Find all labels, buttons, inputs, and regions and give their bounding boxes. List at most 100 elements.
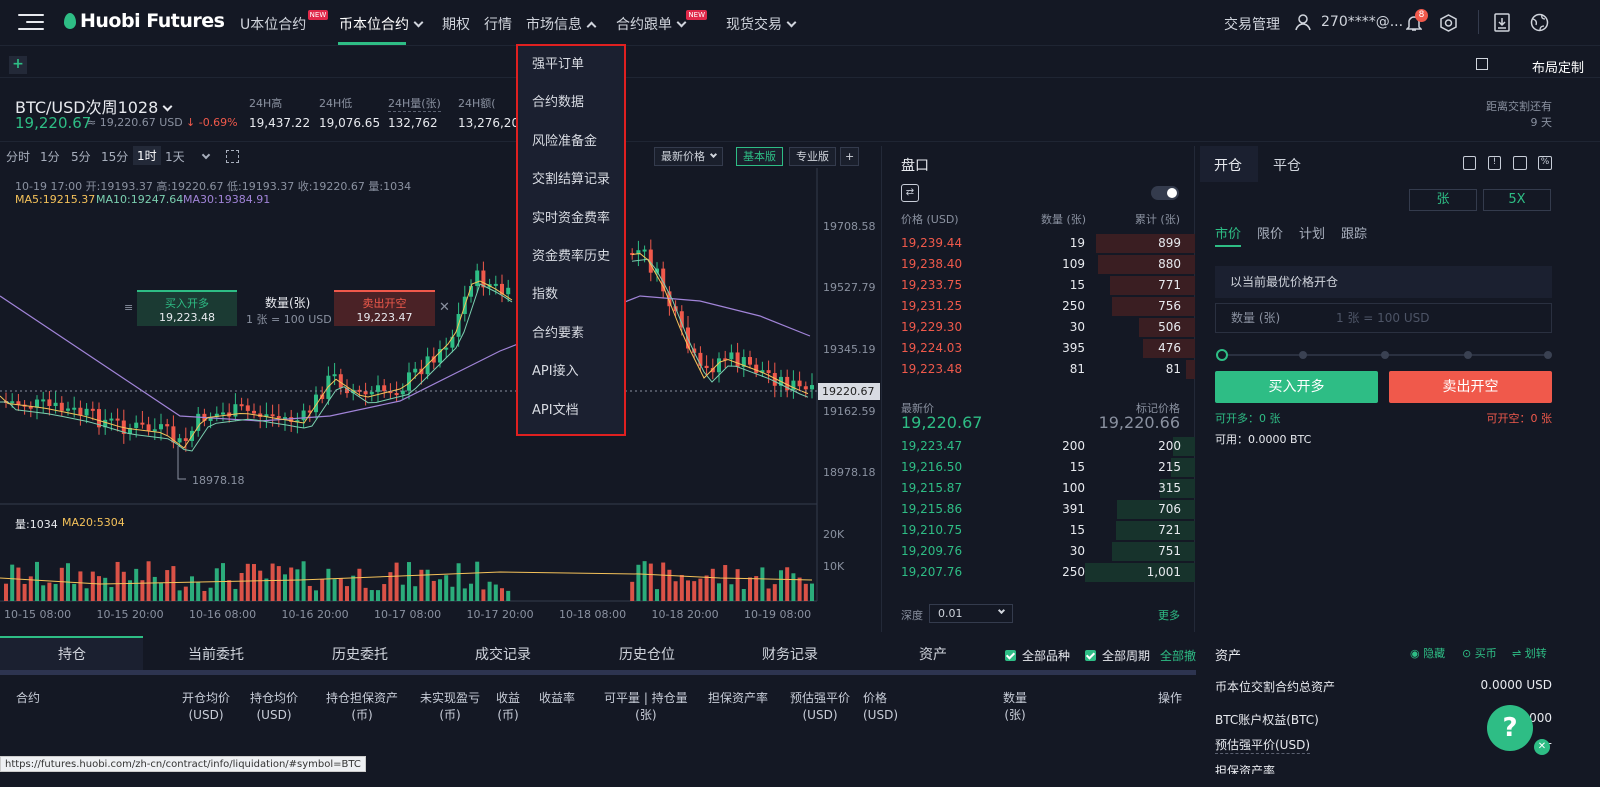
- tf-1d[interactable]: 1天: [165, 148, 185, 165]
- tab-assets[interactable]: 资产: [919, 644, 947, 664]
- scroll-track[interactable]: [0, 670, 1196, 675]
- nav-options[interactable]: 期权: [442, 14, 470, 34]
- logo[interactable]: Huobi Futures: [64, 10, 225, 32]
- row-qty: 391: [1062, 502, 1085, 516]
- book-row[interactable]: 19,229.30 30 506: [887, 317, 1195, 338]
- user-icon[interactable]: [1295, 14, 1311, 31]
- tab-finance[interactable]: 财务记录: [762, 644, 818, 664]
- chevron-down-icon[interactable]: [197, 150, 211, 164]
- hide-button[interactable]: ◉ 隐藏: [1410, 645, 1445, 661]
- menu-api-docs[interactable]: API文档: [518, 392, 624, 430]
- nav-spot[interactable]: 现货交易: [726, 14, 797, 34]
- leverage-select[interactable]: 5X: [1483, 189, 1551, 211]
- nav-market-info[interactable]: 市场信息: [526, 14, 597, 34]
- sell-short-button[interactable]: 卖出开空: [1389, 371, 1552, 403]
- help-button[interactable]: ?: [1487, 705, 1533, 751]
- nav-usdt-contract[interactable]: U本位合约 NEW: [240, 10, 329, 34]
- book-row[interactable]: 19,238.40 109 880: [887, 254, 1195, 275]
- slider-handle[interactable]: [1216, 349, 1228, 361]
- qty-field[interactable]: 数量 (张) 1 张 = 100 USD: [1215, 303, 1552, 333]
- tab-position-history[interactable]: 历史仓位: [619, 644, 675, 664]
- menu-insurance-fund[interactable]: 风险准备金: [518, 123, 624, 161]
- tab-trades[interactable]: 成交记录: [475, 644, 531, 664]
- info-icon[interactable]: !: [1488, 156, 1501, 170]
- book-row[interactable]: 19,215.87 100 315: [887, 478, 1195, 499]
- all-periods-checkbox[interactable]: 全部周期: [1085, 647, 1150, 664]
- tab-open[interactable]: 开仓: [1214, 155, 1242, 175]
- cancel-all-button[interactable]: 全部撤: [1160, 647, 1196, 664]
- bookmark-icon[interactable]: [1463, 156, 1476, 170]
- add-tab-button[interactable]: +: [9, 56, 27, 74]
- user-account[interactable]: 270****@...: [1321, 14, 1403, 30]
- calculator-icon[interactable]: [1513, 156, 1527, 170]
- type-market[interactable]: 市价: [1215, 223, 1241, 242]
- book-row[interactable]: 19,224.03 395 476: [887, 338, 1195, 359]
- screenshot-icon[interactable]: [226, 150, 239, 163]
- download-icon[interactable]: [1494, 13, 1510, 32]
- tab-open-orders[interactable]: 当前委托: [188, 644, 244, 664]
- volume-bar: [500, 588, 504, 601]
- percent-icon[interactable]: %: [1538, 156, 1552, 170]
- book-row[interactable]: 19,209.76 30 751: [887, 541, 1195, 562]
- nav-coin-contract[interactable]: 币本位合约: [339, 14, 424, 34]
- nav-copy-trading[interactable]: 合约跟单 NEW: [616, 10, 707, 34]
- tf-5m[interactable]: 5分: [71, 148, 91, 165]
- book-toggle[interactable]: [1151, 186, 1179, 200]
- row-price: 19,216.50: [901, 460, 963, 474]
- menu-index[interactable]: 指数: [518, 276, 624, 314]
- buy-long-button[interactable]: 买入开多: [1215, 371, 1378, 403]
- tf-15m[interactable]: 15分: [101, 148, 128, 165]
- menu-api-access[interactable]: API接入: [518, 353, 624, 391]
- book-row[interactable]: 19,231.25 250 756: [887, 296, 1195, 317]
- more-link[interactable]: 更多: [1158, 607, 1180, 623]
- menu-liquidation-orders[interactable]: 强平订单: [518, 46, 624, 84]
- basic-version-button[interactable]: 基本版: [736, 147, 783, 166]
- menu-icon[interactable]: [18, 14, 44, 32]
- kline-chart[interactable]: 19708.58 19527.79 19345.19 19162.59 18978.18…: [0, 146, 882, 632]
- type-limit[interactable]: 限价: [1257, 223, 1283, 242]
- book-row[interactable]: 19,215.86 391 706: [887, 499, 1195, 520]
- tab-close[interactable]: 平仓: [1273, 155, 1301, 175]
- book-row[interactable]: 19,223.48 81 81: [887, 359, 1195, 380]
- depth-select[interactable]: 0.01: [929, 604, 1013, 623]
- book-row[interactable]: 19,233.75 15 771: [887, 275, 1195, 296]
- type-plan[interactable]: 计划: [1299, 223, 1325, 242]
- close-icon[interactable]: ✕: [439, 300, 450, 315]
- drag-handle-icon[interactable]: ≡: [124, 301, 133, 314]
- book-row[interactable]: 19,223.47 200 200: [887, 436, 1195, 457]
- pro-version-button[interactable]: 专业版: [789, 147, 836, 166]
- quick-buy-button[interactable]: 买入开多 19,223.48: [137, 290, 237, 326]
- buy-coin-button[interactable]: ⊙ 买币: [1462, 645, 1497, 661]
- tf-timeline[interactable]: 分时: [6, 148, 30, 165]
- candle-body: [642, 249, 647, 252]
- volume-bar: [686, 580, 690, 601]
- type-trailing[interactable]: 跟踪: [1341, 223, 1367, 242]
- menu-delivery-records[interactable]: 交割结算记录: [518, 161, 624, 199]
- price-type-select[interactable]: 最新价格: [654, 147, 723, 166]
- book-row[interactable]: 19,210.75 15 721: [887, 520, 1195, 541]
- all-kinds-checkbox[interactable]: 全部品种: [1005, 647, 1070, 664]
- book-row[interactable]: 19,239.44 19 899: [887, 233, 1195, 254]
- book-row[interactable]: 19,216.50 15 215: [887, 457, 1195, 478]
- menu-funding-history[interactable]: 资金费率历史: [518, 238, 624, 276]
- globe-icon[interactable]: [1530, 13, 1549, 32]
- tab-order-history[interactable]: 历史委托: [332, 644, 388, 664]
- book-view-icon[interactable]: ⇄: [901, 184, 919, 202]
- tab-positions[interactable]: 持仓: [58, 644, 86, 664]
- layout-custom-button[interactable]: 布局定制: [1532, 57, 1584, 76]
- trade-management[interactable]: 交易管理: [1224, 14, 1280, 34]
- nav-markets[interactable]: 行情: [484, 14, 512, 34]
- transfer-button[interactable]: ⇌ 划转: [1512, 645, 1547, 661]
- menu-contract-specs[interactable]: 合约要素: [518, 315, 624, 353]
- tf-1m[interactable]: 1分: [40, 148, 60, 165]
- price-field[interactable]: 以当前最优价格开仓: [1215, 266, 1552, 298]
- book-row[interactable]: 19,207.76 250 1,001: [887, 562, 1195, 583]
- unit-select[interactable]: 张: [1409, 189, 1477, 211]
- quick-sell-button[interactable]: 卖出开空 19,223.47: [334, 290, 435, 326]
- settings-icon[interactable]: [1440, 14, 1457, 32]
- menu-funding-rate[interactable]: 实时资金费率: [518, 200, 624, 238]
- close-help-icon[interactable]: ✕: [1534, 739, 1550, 755]
- tf-1h[interactable]: 1时: [133, 146, 161, 165]
- menu-contract-data[interactable]: 合约数据: [518, 84, 624, 122]
- add-indicator-button[interactable]: +: [840, 147, 860, 166]
